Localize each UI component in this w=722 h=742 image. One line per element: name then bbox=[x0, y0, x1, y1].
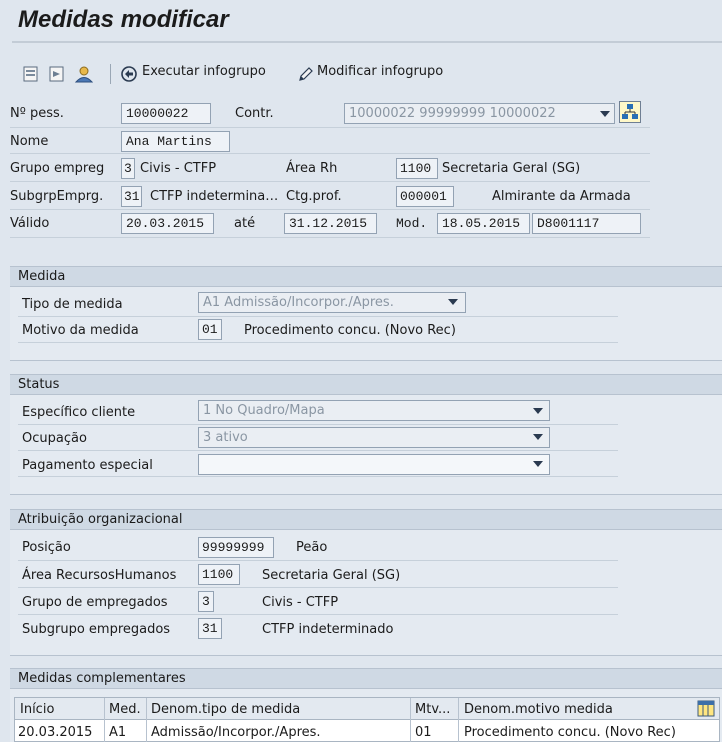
contr-value: 10000022 99999999 10000022 bbox=[349, 106, 556, 121]
title-divider bbox=[12, 41, 722, 43]
chevron-down-icon[interactable] bbox=[600, 111, 610, 117]
area-recursos-humanos-text: Secretaria Geral (SG) bbox=[262, 568, 401, 583]
ocupacao-value: 3 ativo bbox=[203, 430, 248, 445]
motivo-medida-code[interactable]: 01 bbox=[198, 319, 222, 340]
grupo-empregados-code[interactable]: 3 bbox=[198, 591, 214, 612]
table-settings-icon[interactable] bbox=[697, 700, 715, 717]
posicao-label: Posição bbox=[22, 540, 71, 555]
divider bbox=[18, 424, 618, 425]
subgrp-label: SubgrpEmprg. bbox=[10, 189, 104, 204]
contr-dropdown[interactable]: 10000022 99999999 10000022 bbox=[344, 103, 615, 124]
ctg-prof-code[interactable]: 000001 bbox=[396, 186, 454, 207]
mod-user-field[interactable]: D8001117 bbox=[532, 213, 641, 234]
tipo-medida-value: A1 Admissão/Incorpor./Apres. bbox=[203, 295, 394, 310]
ctg-prof-text: Almirante da Armada bbox=[492, 189, 631, 204]
pagamento-especial-dropdown[interactable] bbox=[198, 454, 550, 475]
table-cell-denom-tipo: Admissão/Incorpor./Apres. bbox=[151, 725, 321, 740]
subgrp-code[interactable]: 31 bbox=[121, 186, 142, 207]
divider bbox=[18, 450, 618, 451]
modificar-infogrupo-button[interactable]: Modificar infogrupo bbox=[317, 64, 443, 79]
divider bbox=[10, 127, 650, 128]
grupo-empreg-text: Civis - CTFP bbox=[140, 161, 217, 176]
table-cell-med: A1 bbox=[109, 725, 127, 740]
ocupacao-label: Ocupação bbox=[22, 431, 87, 446]
divider bbox=[18, 476, 618, 477]
divider bbox=[18, 587, 618, 588]
valido-from-field[interactable]: 20.03.2015 bbox=[121, 213, 214, 234]
chevron-down-icon[interactable] bbox=[533, 461, 543, 467]
grupo-empregados-label: Grupo de empregados bbox=[22, 595, 168, 610]
chevron-down-icon[interactable] bbox=[533, 434, 543, 440]
motivo-medida-label: Motivo da medida bbox=[22, 323, 139, 338]
table-cell-mtv: 01 bbox=[415, 725, 432, 740]
table-cell-inicio: 20.03.2015 bbox=[18, 725, 93, 740]
chevron-down-icon[interactable] bbox=[533, 408, 543, 414]
divider bbox=[10, 209, 650, 210]
npess-field[interactable]: 10000022 bbox=[121, 103, 211, 124]
area-rh-text: Secretaria Geral (SG) bbox=[442, 161, 581, 176]
posicao-text: Peão bbox=[296, 540, 328, 555]
tipo-medida-dropdown[interactable]: A1 Admissão/Incorpor./Apres. bbox=[198, 292, 466, 313]
column-header-med[interactable]: Med. bbox=[109, 702, 141, 717]
table-cell-denom-motivo: Procedimento concu. (Novo Rec) bbox=[464, 725, 676, 740]
pencil-icon bbox=[297, 65, 315, 83]
subgrupo-empregados-label: Subgrupo empregados bbox=[22, 622, 171, 637]
medida-group-title: Medida bbox=[10, 266, 722, 287]
divider bbox=[18, 614, 618, 615]
posicao-code[interactable]: 99999999 bbox=[198, 537, 274, 558]
subgrupo-empregados-code[interactable]: 31 bbox=[198, 618, 222, 639]
page-title: Medidas modificar bbox=[18, 6, 229, 33]
divider bbox=[10, 153, 650, 154]
grupo-empreg-label: Grupo empreg bbox=[10, 161, 105, 176]
grupo-empregados-text: Civis - CTFP bbox=[262, 595, 339, 610]
especifico-cliente-label: Específico cliente bbox=[22, 405, 136, 420]
column-header-denom-tipo[interactable]: Denom.tipo de medida bbox=[151, 702, 300, 717]
divider bbox=[10, 181, 650, 182]
atribuicao-group bbox=[10, 530, 722, 656]
divider bbox=[18, 316, 618, 317]
chevron-down-icon[interactable] bbox=[448, 299, 458, 305]
toolbar-separator bbox=[110, 64, 111, 84]
pagamento-especial-label: Pagamento especial bbox=[22, 458, 153, 473]
column-header-denom-motivo[interactable]: Denom.motivo medida bbox=[464, 702, 613, 717]
column-header-inicio[interactable]: Início bbox=[20, 702, 54, 717]
valido-to-field[interactable]: 31.12.2015 bbox=[284, 213, 377, 234]
especifico-cliente-dropdown[interactable]: 1 No Quadro/Mapa bbox=[198, 400, 550, 421]
especifico-cliente-value: 1 No Quadro/Mapa bbox=[203, 403, 325, 418]
mod-date-field[interactable]: 18.05.2015 bbox=[437, 213, 530, 234]
ate-label: até bbox=[234, 216, 256, 231]
nome-label: Nome bbox=[10, 134, 49, 149]
divider bbox=[18, 560, 618, 561]
status-group-title: Status bbox=[10, 374, 722, 395]
area-rh-code[interactable]: 1100 bbox=[396, 158, 438, 179]
org-structure-icon bbox=[622, 104, 638, 119]
org-structure-button[interactable] bbox=[619, 101, 641, 123]
execute-icon bbox=[120, 65, 138, 83]
grupo-empreg-code[interactable]: 3 bbox=[121, 158, 135, 179]
area-recursos-humanos-label: Área RecursosHumanos bbox=[22, 568, 177, 583]
executar-infogrupo-button[interactable]: Executar infogrupo bbox=[142, 64, 266, 79]
prev-record-icon[interactable] bbox=[22, 65, 40, 83]
complementares-group-title: Medidas complementares bbox=[10, 668, 722, 689]
divider bbox=[18, 342, 618, 343]
contr-label: Contr. bbox=[235, 106, 274, 121]
valido-label: Válido bbox=[10, 216, 50, 231]
motivo-medida-text: Procedimento concu. (Novo Rec) bbox=[244, 323, 456, 338]
npess-label: Nº pess. bbox=[10, 106, 64, 121]
person-icon[interactable] bbox=[74, 65, 94, 83]
divider bbox=[10, 237, 650, 238]
column-header-mtv[interactable]: Mtv... bbox=[415, 702, 450, 717]
nome-field[interactable]: Ana Martins bbox=[121, 131, 230, 152]
mod-label: Mod. bbox=[396, 216, 428, 231]
ocupacao-dropdown[interactable]: 3 ativo bbox=[198, 427, 550, 448]
tipo-medida-label: Tipo de medida bbox=[22, 297, 123, 312]
area-recursos-humanos-code[interactable]: 1100 bbox=[198, 564, 240, 585]
subgrupo-empregados-text: CTFP indeterminado bbox=[262, 622, 394, 637]
subgrp-text: CTFP indetermina… bbox=[150, 189, 279, 204]
next-record-icon[interactable] bbox=[48, 65, 66, 83]
ctg-prof-label: Ctg.prof. bbox=[286, 189, 342, 204]
area-rh-label: Área Rh bbox=[286, 161, 338, 176]
atribuicao-group-title: Atribuição organizacional bbox=[10, 509, 722, 530]
